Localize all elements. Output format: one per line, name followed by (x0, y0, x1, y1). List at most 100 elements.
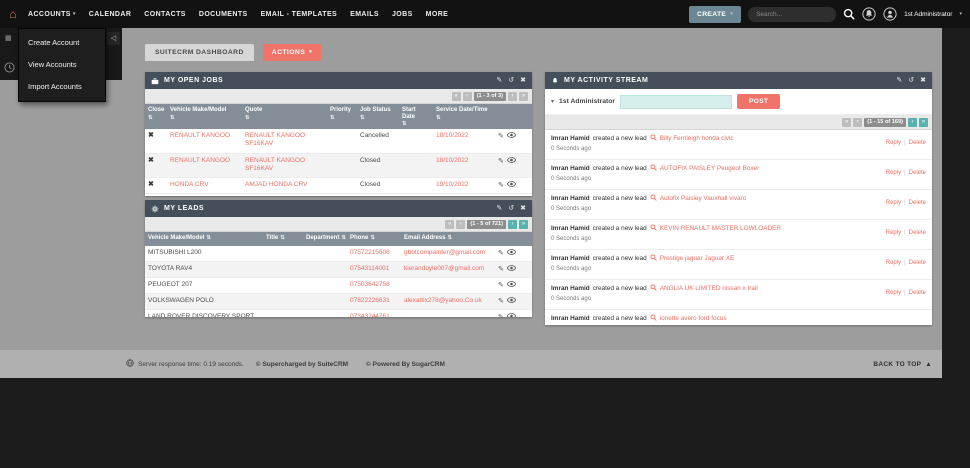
actions-button[interactable]: ACTIONS ▾ (263, 44, 321, 61)
view-row-eye-icon[interactable] (507, 182, 516, 189)
lead-email-link[interactable]: kierandoyle007@gmail.com (404, 265, 484, 272)
column-header-close[interactable]: Close⇅ (145, 104, 167, 129)
tab-suitecrm-dashboard[interactable]: SUITECRM DASHBOARD (145, 44, 254, 61)
pagination-first-button[interactable]: « (842, 118, 851, 127)
close-dashlet-icon[interactable]: ✖ (520, 76, 526, 85)
edit-dashlet-icon[interactable]: ✎ (496, 76, 502, 85)
reply-link[interactable]: Reply (886, 170, 901, 176)
edit-row-icon[interactable]: ✎ (498, 266, 504, 273)
job-service-date-link[interactable]: 18/10/2022 (436, 132, 469, 139)
search-input[interactable] (748, 7, 836, 22)
job-vehicle-link[interactable]: HONDA CRV (170, 181, 209, 188)
home-button[interactable]: ⌂ (0, 0, 26, 28)
edit-row-icon[interactable]: ✎ (498, 282, 504, 289)
activity-target-link[interactable]: Billy Fernleigh honda civic (660, 135, 734, 142)
job-vehicle-link[interactable]: RENAULT KANGOO (170, 132, 230, 139)
sidebar-toggle-icon[interactable]: ◁ (107, 32, 120, 45)
edit-row-icon[interactable]: ✎ (498, 250, 504, 257)
edit-row-icon[interactable]: ✎ (498, 298, 504, 305)
nav-item-accounts[interactable]: ACCOUNTS▾ (28, 11, 76, 18)
column-header-quote[interactable]: Quote⇅ (242, 104, 327, 129)
remove-job-icon[interactable]: ✖ (148, 181, 154, 188)
job-quote-link[interactable]: AMJAD HONDA CRV (245, 181, 307, 188)
pagination-prev-button[interactable]: ‹ (463, 92, 472, 101)
menu-item-import-accounts[interactable]: Import Accounts (19, 76, 105, 98)
close-dashlet-icon[interactable]: ✖ (520, 204, 526, 213)
column-header-email[interactable]: Email Address⇅ (401, 232, 495, 246)
edit-row-icon[interactable]: ✎ (498, 182, 504, 189)
activity-target-link[interactable]: Prestige jaguar Jaguar XE (660, 255, 735, 262)
pagination-last-button[interactable]: » (519, 220, 528, 229)
grid-icon[interactable]: ▦ (5, 34, 12, 42)
activity-target-link[interactable]: KEVIN RENAULT MASTER LOWLOADER (660, 225, 781, 232)
column-header-start-date[interactable]: Start Date⇅ (399, 104, 433, 129)
column-header-job-status[interactable]: Job Status⇅ (357, 104, 399, 129)
remove-job-icon[interactable]: ✖ (148, 157, 154, 164)
reply-link[interactable]: Reply (886, 260, 901, 266)
job-vehicle-link[interactable]: RENAULT KANGOO (170, 157, 230, 164)
activity-post-input[interactable] (620, 95, 732, 109)
clock-icon[interactable] (4, 60, 15, 78)
reply-link[interactable]: Reply (886, 140, 901, 146)
refresh-dashlet-icon[interactable]: ↺ (508, 76, 514, 85)
reply-link[interactable]: Reply (886, 290, 901, 296)
delete-link[interactable]: Delete (909, 140, 926, 146)
notifications-bell-icon[interactable] (862, 7, 876, 21)
create-button[interactable]: CREATE ▾ (689, 6, 741, 23)
lead-phone-link[interactable]: 07572215608 (350, 249, 390, 256)
job-quote-link[interactable]: RENAULT KANGOO SF16KAV (245, 157, 305, 172)
pagination-last-button[interactable]: » (919, 118, 928, 127)
view-row-eye-icon[interactable] (507, 298, 516, 305)
pagination-first-button[interactable]: « (452, 92, 461, 101)
reply-link[interactable]: Reply (886, 230, 901, 236)
column-header-department[interactable]: Department⇅ (303, 232, 347, 246)
lead-phone-link[interactable]: 07343244761 (350, 313, 390, 317)
lead-email-link[interactable]: alexattix278@yahoo.Co.uk (404, 297, 482, 304)
pagination-last-button[interactable]: » (519, 92, 528, 101)
pagination-prev-button[interactable]: ‹ (853, 118, 862, 127)
nav-item-contacts[interactable]: CONTACTS (144, 11, 186, 18)
current-user-menu[interactable]: 1st Administrator (904, 11, 952, 18)
reply-link[interactable]: Reply (886, 200, 901, 206)
view-row-eye-icon[interactable] (507, 250, 516, 257)
pagination-next-button[interactable]: › (508, 92, 517, 101)
edit-dashlet-icon[interactable]: ✎ (496, 204, 502, 213)
column-header-vehicle[interactable]: Vehicle Make/Model⇅ (145, 232, 263, 246)
activity-target-link[interactable]: Autofix Paisley Vauxhall vivaro (660, 195, 747, 202)
menu-item-view-accounts[interactable]: View Accounts (19, 54, 105, 76)
pagination-prev-button[interactable]: ‹ (456, 220, 465, 229)
nav-item-emails[interactable]: EMAILS (350, 11, 379, 18)
view-row-eye-icon[interactable] (507, 158, 516, 165)
activity-target-link[interactable]: ANGLIA UK LIMITED nissan x trail (660, 285, 758, 292)
post-button[interactable]: POST (737, 94, 780, 109)
edit-row-icon[interactable]: ✎ (498, 133, 504, 140)
activity-target-link[interactable]: AUTOFIX PAISLEY Peugeot Boxer (660, 165, 759, 172)
view-row-eye-icon[interactable] (507, 282, 516, 289)
view-row-eye-icon[interactable] (507, 133, 516, 140)
pagination-next-button[interactable]: › (508, 220, 517, 229)
delete-link[interactable]: Delete (909, 200, 926, 206)
delete-link[interactable]: Delete (909, 290, 926, 296)
edit-row-icon[interactable]: ✎ (498, 158, 504, 165)
column-header-title[interactable]: Title⇅ (263, 232, 303, 246)
column-header-service-date[interactable]: Service Date/Time⇅ (433, 104, 495, 129)
job-service-date-link[interactable]: 19/10/2022 (436, 181, 469, 188)
delete-link[interactable]: Delete (909, 230, 926, 236)
view-row-eye-icon[interactable] (507, 314, 516, 317)
edit-dashlet-icon[interactable]: ✎ (896, 76, 902, 85)
nav-item-calendar[interactable]: CALENDAR (89, 11, 131, 18)
nav-item-jobs[interactable]: JOBS (392, 11, 413, 18)
lead-phone-link[interactable]: 07822226631 (350, 297, 390, 304)
pagination-next-button[interactable]: › (908, 118, 917, 127)
job-quote-link[interactable]: RENAULT KANGOO SF16KAV (245, 132, 305, 147)
search-icon[interactable] (843, 8, 855, 20)
user-avatar-icon[interactable] (883, 7, 897, 21)
back-to-top-link[interactable]: BACK TO TOP ▲ (873, 361, 932, 368)
nav-item-documents[interactable]: DOCUMENTS (199, 11, 248, 18)
lead-email-link[interactable]: gbbtcompainter@gmail.com (404, 249, 485, 256)
refresh-dashlet-icon[interactable]: ↺ (508, 204, 514, 213)
refresh-dashlet-icon[interactable]: ↺ (908, 76, 914, 85)
job-service-date-link[interactable]: 18/10/2022 (436, 157, 469, 164)
column-header-phone[interactable]: Phone⇅ (347, 232, 401, 246)
close-dashlet-icon[interactable]: ✖ (920, 76, 926, 85)
